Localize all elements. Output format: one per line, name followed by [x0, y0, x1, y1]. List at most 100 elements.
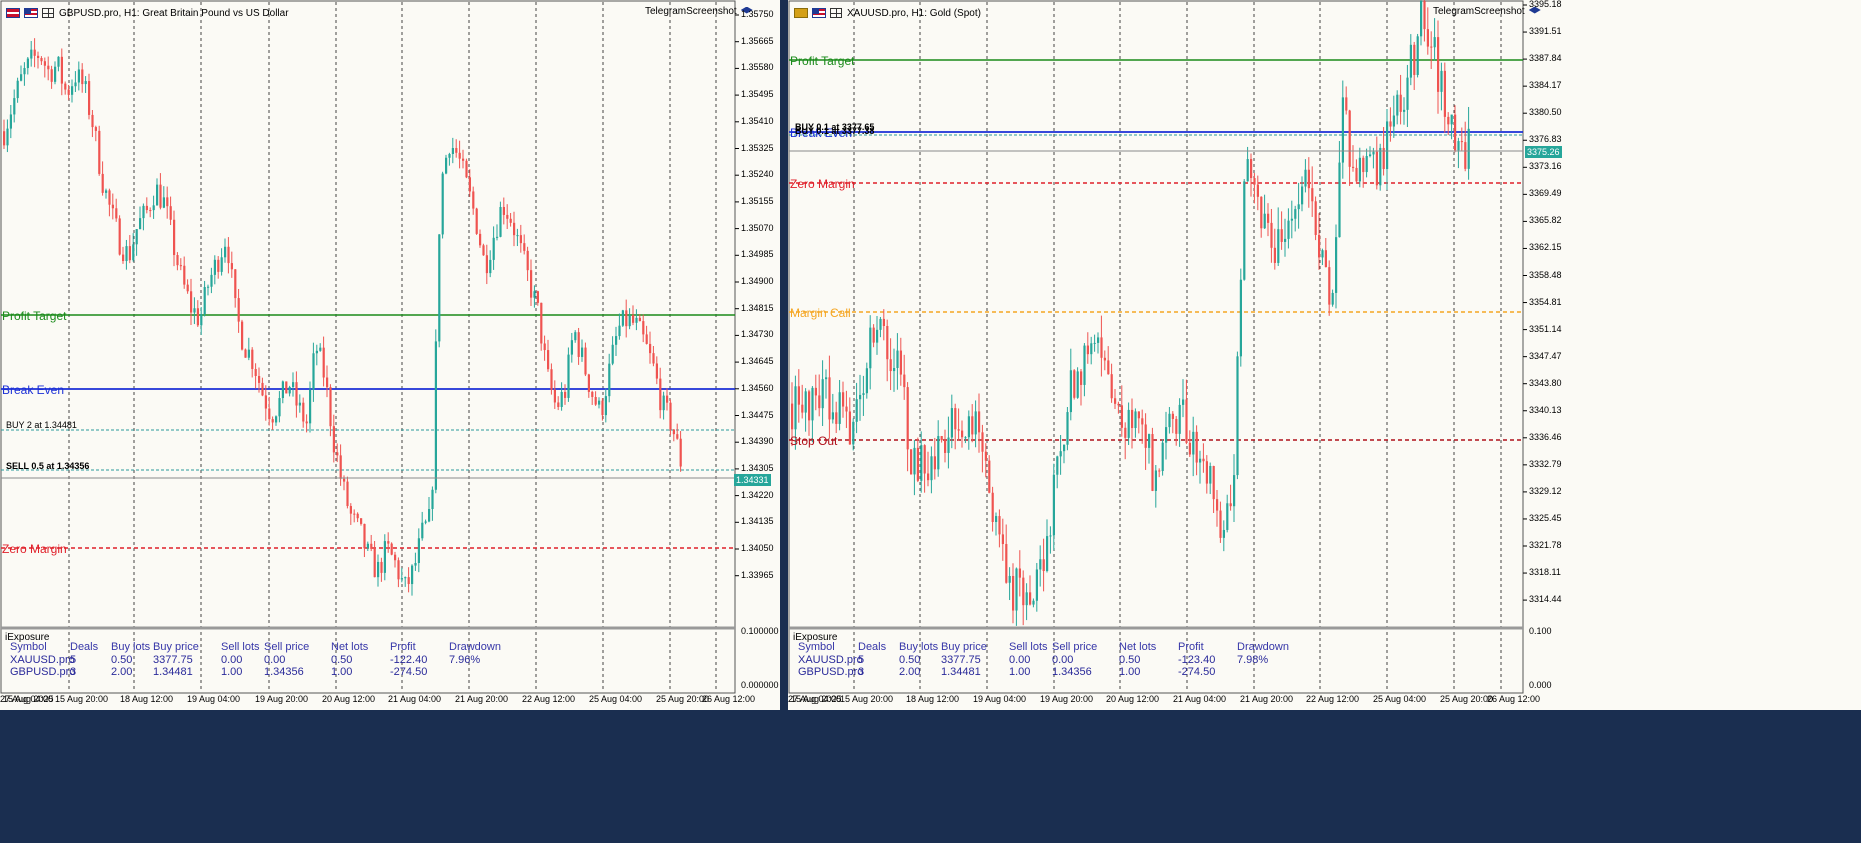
candle-body [659, 378, 662, 411]
candle-body [1219, 510, 1222, 538]
candle-body [1239, 279, 1242, 357]
chart-header: XAUUSD.pro, H1: Gold (Spot) [794, 6, 981, 20]
price-tick-label: 3343.80 [1529, 377, 1562, 388]
telegram-screenshot-button[interactable]: TelegramScreenshot [1433, 6, 1541, 17]
candle-body [1460, 141, 1463, 143]
time-tick-label: 19 Aug 04:00 [187, 694, 241, 704]
candle-body [913, 447, 916, 475]
candle-body [621, 310, 624, 326]
chart-window-gbpusd[interactable]: GBPUSD.pro, H1: Great Britain Pound vs U… [0, 0, 780, 710]
candle-body [961, 430, 964, 438]
candle-body [220, 257, 223, 272]
exposure-header: Drawdown [1237, 641, 1289, 653]
candle-body [604, 396, 607, 416]
candle-body [1263, 213, 1266, 229]
candle-body [397, 560, 400, 580]
candle-body [1420, 1, 1423, 37]
candle-body [1246, 159, 1249, 182]
candle-body [519, 235, 522, 244]
candle-body [1430, 46, 1433, 48]
candle-body [1148, 434, 1151, 448]
candle-body [1314, 201, 1317, 235]
time-tick-label: 21 Aug 20:00 [455, 694, 509, 704]
candle-body [125, 246, 128, 262]
candle-body [227, 246, 230, 264]
exposure-cell: 3377.75 [941, 654, 981, 666]
chart-frame [788, 0, 1524, 694]
candle-body [135, 229, 138, 245]
telegram-screenshot-button[interactable]: TelegramScreenshot [645, 6, 753, 17]
chart-window-xauusd[interactable]: XAUUSD.pro, H1: Gold (Spot) TelegramScre… [788, 0, 1861, 710]
exposure-cell: 3377.75 [153, 654, 193, 666]
price-tick-label: 3384.17 [1529, 80, 1562, 91]
candle-body [1052, 474, 1055, 536]
candle-body [632, 315, 635, 323]
candle-body [1392, 115, 1395, 127]
candle-body [1035, 569, 1038, 601]
time-tick-label: 25 Aug 04:00 [589, 694, 643, 704]
candle-body [1447, 116, 1450, 125]
candle-body [886, 325, 889, 360]
time-tick-label: 19 Aug 20:00 [255, 694, 309, 704]
candle-body [655, 363, 658, 379]
candle-body [1253, 178, 1256, 185]
candle-body [400, 578, 403, 580]
candle-body [455, 148, 458, 153]
candle-body [339, 455, 342, 479]
xauusd-chart-canvas[interactable] [788, 0, 1861, 710]
candle-body [927, 473, 930, 481]
candle-body [899, 350, 902, 375]
candle-body [142, 205, 145, 219]
price-tick-label: 3314.44 [1529, 594, 1562, 605]
candle-body [380, 561, 383, 573]
candle-body [200, 314, 203, 326]
candle-body [1358, 157, 1361, 182]
candle-body [526, 250, 529, 271]
candle-body [509, 218, 512, 223]
candle-body [502, 207, 505, 215]
subwindow-tick-label: 0.100 [1529, 626, 1552, 636]
exposure-cell: -123.40 [1178, 654, 1216, 666]
candle-body [611, 344, 614, 364]
candle-body [1029, 592, 1032, 605]
price-tick-label: 3362.15 [1529, 242, 1562, 253]
candle-body [101, 173, 104, 193]
candle-body [186, 284, 189, 292]
candle-body [835, 412, 838, 424]
exposure-cell: 5 [70, 654, 77, 666]
candle-body [152, 205, 155, 211]
exposure-header: Drawdown [449, 641, 501, 653]
price-tick-label: 3369.49 [1529, 188, 1562, 199]
candle-body [1236, 356, 1239, 476]
candle-body [916, 447, 919, 481]
candle-body [652, 353, 655, 364]
candle-body [1297, 204, 1300, 210]
price-tick-label: 1.34475 [741, 409, 774, 420]
candle-body [1423, 1, 1426, 30]
candle-body [1304, 169, 1307, 187]
candle-body [468, 177, 471, 192]
candle-body [1216, 499, 1219, 511]
exposure-cell: -274.50 [390, 666, 428, 678]
candle-body [1267, 213, 1270, 223]
exposure-header: Net lots [1119, 641, 1157, 653]
price-tick-label: 1.34135 [741, 516, 774, 527]
candle-body [1056, 456, 1059, 475]
chart-title: GBPUSD.pro, H1: Great Britain Pound vs U… [59, 7, 289, 19]
candle-body [1369, 154, 1372, 156]
price-tick-label: 1.34645 [741, 356, 774, 367]
price-tick-label: 3380.50 [1529, 107, 1562, 118]
candle-body [828, 377, 831, 420]
candle-body [988, 460, 991, 493]
candle-body [1372, 151, 1375, 155]
candle-body [1375, 151, 1378, 186]
candle-body [458, 152, 461, 159]
candle-body [564, 391, 567, 398]
candle-body [118, 218, 121, 255]
candle-body [156, 184, 159, 206]
candle-body [234, 269, 237, 299]
candle-body [1090, 343, 1093, 355]
candle-body [625, 310, 628, 327]
gbpusd-chart-canvas[interactable] [0, 0, 780, 710]
candle-body [1063, 444, 1066, 452]
